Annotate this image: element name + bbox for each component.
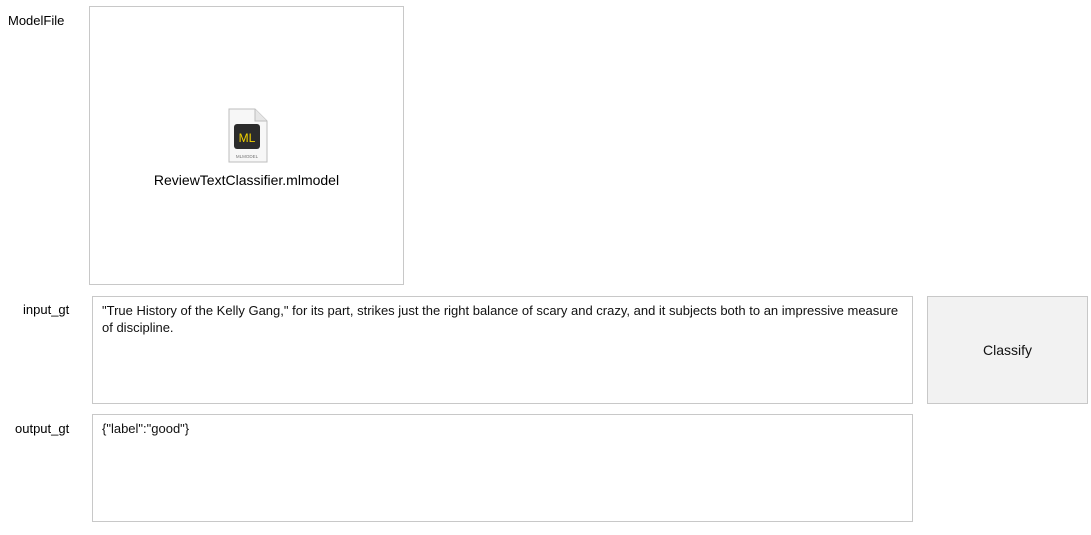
- output-text-field[interactable]: {"label":"good"}: [92, 414, 913, 522]
- output-label: output_gt: [15, 421, 70, 436]
- model-file-name: ReviewTextClassifier.mlmodel: [153, 172, 340, 188]
- mlmodel-file-icon: ML MLMODEL: [228, 108, 268, 163]
- input-label: input_gt: [23, 302, 70, 317]
- icon-caption-text: MLMODEL: [236, 154, 259, 159]
- icon-badge-text: ML: [239, 131, 256, 145]
- input-text-field[interactable]: "True History of the Kelly Gang," for it…: [92, 296, 913, 404]
- model-file-label: ModelFile: [8, 13, 65, 28]
- classify-button[interactable]: Classify: [927, 296, 1088, 404]
- model-classifier-panel: ModelFile ML MLMODEL ReviewTextClassifie…: [0, 0, 1091, 535]
